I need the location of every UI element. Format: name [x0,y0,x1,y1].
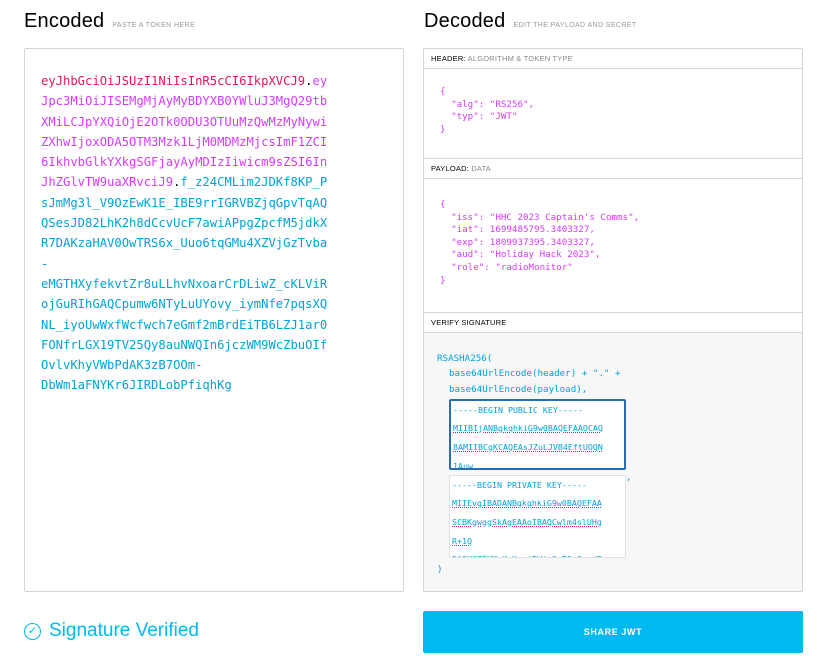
token-line: R7DAKzaHAV0OwTRS6x_Uuo6tqGMu4XZVjGzTvba [41,233,391,253]
private-key-line: -----BEGIN PRIVATE KEY----- [452,479,587,490]
header-section-title: HEADER: ALGORITHM & TOKEN TYPE [424,49,802,69]
token-line: QSesJD82LhK2h8dCcvUcF7awiAPpgZpcfM5jdkX [41,213,391,233]
token-line: ZXhwIjoxODA5OTM3Mzk1LjM0MDMzMjcsImF1ZCI [41,132,391,152]
payload-section-title: PAYLOAD: DATA [424,159,802,179]
header-json-line: { [440,86,446,97]
public-key-line: -----BEGIN PUBLIC KEY----- [453,404,583,415]
verify-arg-payload: base64UrlEncode(payload), [449,383,588,395]
token-line: FONfrLGX19TV25Qy8auNWQIn6jczWM9WcZbuOIf [41,335,391,355]
token-segment-payload: XMiLCJpYXQiOjE2OTk0ODU3OTUuMzQwMzMyNywi [41,114,328,129]
token-line: DbWm1aFNYKr6JIRDLobPfiqhKg [41,375,391,395]
public-key-line: 8AMIIBCgKCAQEAsJZuLJVB4EftUOQN [453,442,603,453]
token-segment-sig: - [41,256,49,271]
encoded-hint: PASTE A TOKEN HERE [112,22,196,29]
token-segment-sig: f_z24CMLim2JDKf8KP_P [180,175,328,190]
payload-json-line: } [440,274,446,286]
public-key-comma: , [626,473,632,483]
token-line: sJmMg3l_V9OzEwK1E_IBE9rrIGRVBZjqGpvTqAQ [41,193,391,213]
encoded-title: Encoded [24,10,105,32]
verify-fn-close: ) [437,563,443,575]
private-key-line: 5A3UC7BXMnKvUxrjEWjoSwTOuSmudB [452,550,623,557]
payload-sublabel: DATA [471,164,492,173]
token-line: XMiLCJpYXQiOjE2OTk0ODU3OTUuMzQwMzMyNywi [41,112,391,132]
payload-json-line: "iss": "HHC 2023 Captain's Comms", [440,211,640,223]
check-circle-icon: ✓ [24,622,41,640]
token-segment-dot: . [305,74,313,88]
encoded-heading: Encoded PASTE A TOKEN HERE [24,10,195,33]
token-segment-sig: sJmMg3l_V9OzEwK1E_IBE9rrIGRVBZjqGpvTqAQ [41,195,328,210]
payload-json-editor[interactable]: { "iss": "HHC 2023 Captain's Comms", "ia… [424,179,802,313]
token-line: Jpc3MiOiJISEMgMjAyMyBDYXB0YWluJ3MgQ29tb [41,91,391,111]
token-line: JhZGlvTW9uaXRvciJ9.f_z24CMLim2JDKf8KP_P [41,172,391,192]
public-key-line: 1Auw [453,460,473,470]
token-segment-sig: ojGuRIhGAQCpumw6NTyLuUYovy_iymNfe7pqsXQ [41,297,328,312]
payload-json-line: "role": "radioMonitor" [440,261,573,273]
token-line: 6IkhvbGlkYXkgSGFjayAyMDIzIiwicm9sZSI6In [41,152,391,172]
header-json-line: "alg": "RS256", [440,98,535,110]
encoded-token-editor[interactable]: eyJhbGciOiJSUzI1NiIsInR5cCI6IkpXVCJ9.ey J… [24,48,404,592]
token-segment-header: eyJhbGciOiJSUzI1NiIsInR5cCI6IkpXVCJ9 [41,74,306,88]
header-label: HEADER: [431,54,466,63]
token-segment-sig: QSesJD82LhK2h8dCcvUcF7awiAPpgZpcfM5jdkX [41,216,328,231]
token-segment-sig: DbWm1aFNYKr6JIRDLobPfiqhKg [41,378,232,393]
private-key-line: R+1Q [452,535,472,546]
token-segment-sig: OvlvKhyVWbPdAK3zB7OOm- [41,358,203,373]
token-line: eMGTHXyfekvtZr8uLLhvNxoarCrDLiwZ_cKLViR [41,274,391,294]
token-segment-payload: ey [312,74,328,88]
private-key-line: MIIEvgIBADANBgkqhkiG9w0BAQEFAA [452,498,602,509]
decoded-heading: Decoded EDIT THE PAYLOAD AND SECRET [424,10,637,33]
token-line: OvlvKhyVWbPdAK3zB7OOm- [41,355,391,375]
header-json-line: "typ": "JWT" [440,111,518,123]
payload-label: PAYLOAD: [431,164,470,173]
decoded-panel: HEADER: ALGORITHM & TOKEN TYPE { "alg": … [423,48,803,592]
signature-status: ✓ Signature Verified [24,620,199,642]
public-key-input[interactable]: -----BEGIN PUBLIC KEY----- MIIBIjANBgkqhk… [449,398,626,470]
verify-arg-header: base64UrlEncode(header) + "." + [449,368,621,380]
private-key-line: SCBKgwggSkAgEAAoIBAQCwlm4slUHg [452,517,602,528]
token-segment-sig: R7DAKzaHAV0OwTRS6x_Uuo6tqGMu4XZVjGzTvba [41,236,328,251]
token-segment-payload: 6IkhvbGlkYXkgSGFjayAyMDIzIiwicm9sZSI6In [41,155,328,170]
decoded-hint: EDIT THE PAYLOAD AND SECRET [513,22,637,29]
token-segment-payload: JhZGlvTW9uaXRvciJ9 [41,175,174,190]
token-line: ojGuRIhGAQCpumw6NTyLuUYovy_iymNfe7pqsXQ [41,294,391,314]
token-segment-sig: NL_iyoUwWxfWcfwch7eGmf2mBrdEiTB6LZJ1ar0 [41,317,328,332]
payload-json-line: "exp": 1809937395.3403327, [440,236,595,248]
decoded-title: Decoded [424,10,506,32]
public-key-line: MIIBIjANBgkqhkiG9w0BAQEFAAOCAQ [453,423,603,434]
header-json-line: } [440,123,446,135]
signature-status-text: Signature Verified [49,620,199,641]
jwt-token-text[interactable]: eyJhbGciOiJSUzI1NiIsInR5cCI6IkpXVCJ9.ey J… [41,71,391,396]
payload-json[interactable]: { "iss": "HHC 2023 Captain's Comms", "ia… [440,199,802,287]
verify-section-title: VERIFY SIGNATURE [424,313,802,333]
token-segment-payload: ZXhwIjoxODA5OTM3Mzk1LjM0MDMzMjcsImF1ZCI [41,134,328,149]
token-segment-sig: eMGTHXyfekvtZr8uLLhvNxoarCrDLiwZ_cKLViR [41,276,328,291]
share-jwt-button[interactable]: SHARE JWT [423,611,803,653]
token-line: eyJhbGciOiJSUzI1NiIsInR5cCI6IkpXVCJ9.ey [41,71,391,91]
token-line: - [41,254,391,274]
header-sublabel: ALGORITHM & TOKEN TYPE [467,54,573,63]
token-segment-sig: FONfrLGX19TV25Qy8auNWQIn6jczWM9WcZbuOIf [41,337,328,352]
token-line: NL_iyoUwWxfWcfwch7eGmf2mBrdEiTB6LZJ1ar0 [41,315,391,335]
header-json[interactable]: { "alg": "RS256", "typ": "JWT"} [440,86,802,136]
private-key-input[interactable]: -----BEGIN PRIVATE KEY----- MIIEvgIBADANB… [449,474,626,558]
token-segment-payload: Jpc3MiOiJISEMgMjAyMyBDYXB0YWluJ3MgQ29tb [41,94,328,109]
verify-fn-open: RSASHA256( [437,353,493,364]
verify-signature-body: RSASHA256( base64UrlEncode(header) + "."… [424,333,802,591]
payload-json-line: "iat": 1699485795.3403327, [440,224,595,236]
verify-label: VERIFY SIGNATURE [431,318,507,327]
payload-json-line: "aud": "Holiday Hack 2023", [440,249,601,261]
header-json-editor[interactable]: { "alg": "RS256", "typ": "JWT"} [424,69,802,159]
payload-json-line: { [440,199,446,210]
